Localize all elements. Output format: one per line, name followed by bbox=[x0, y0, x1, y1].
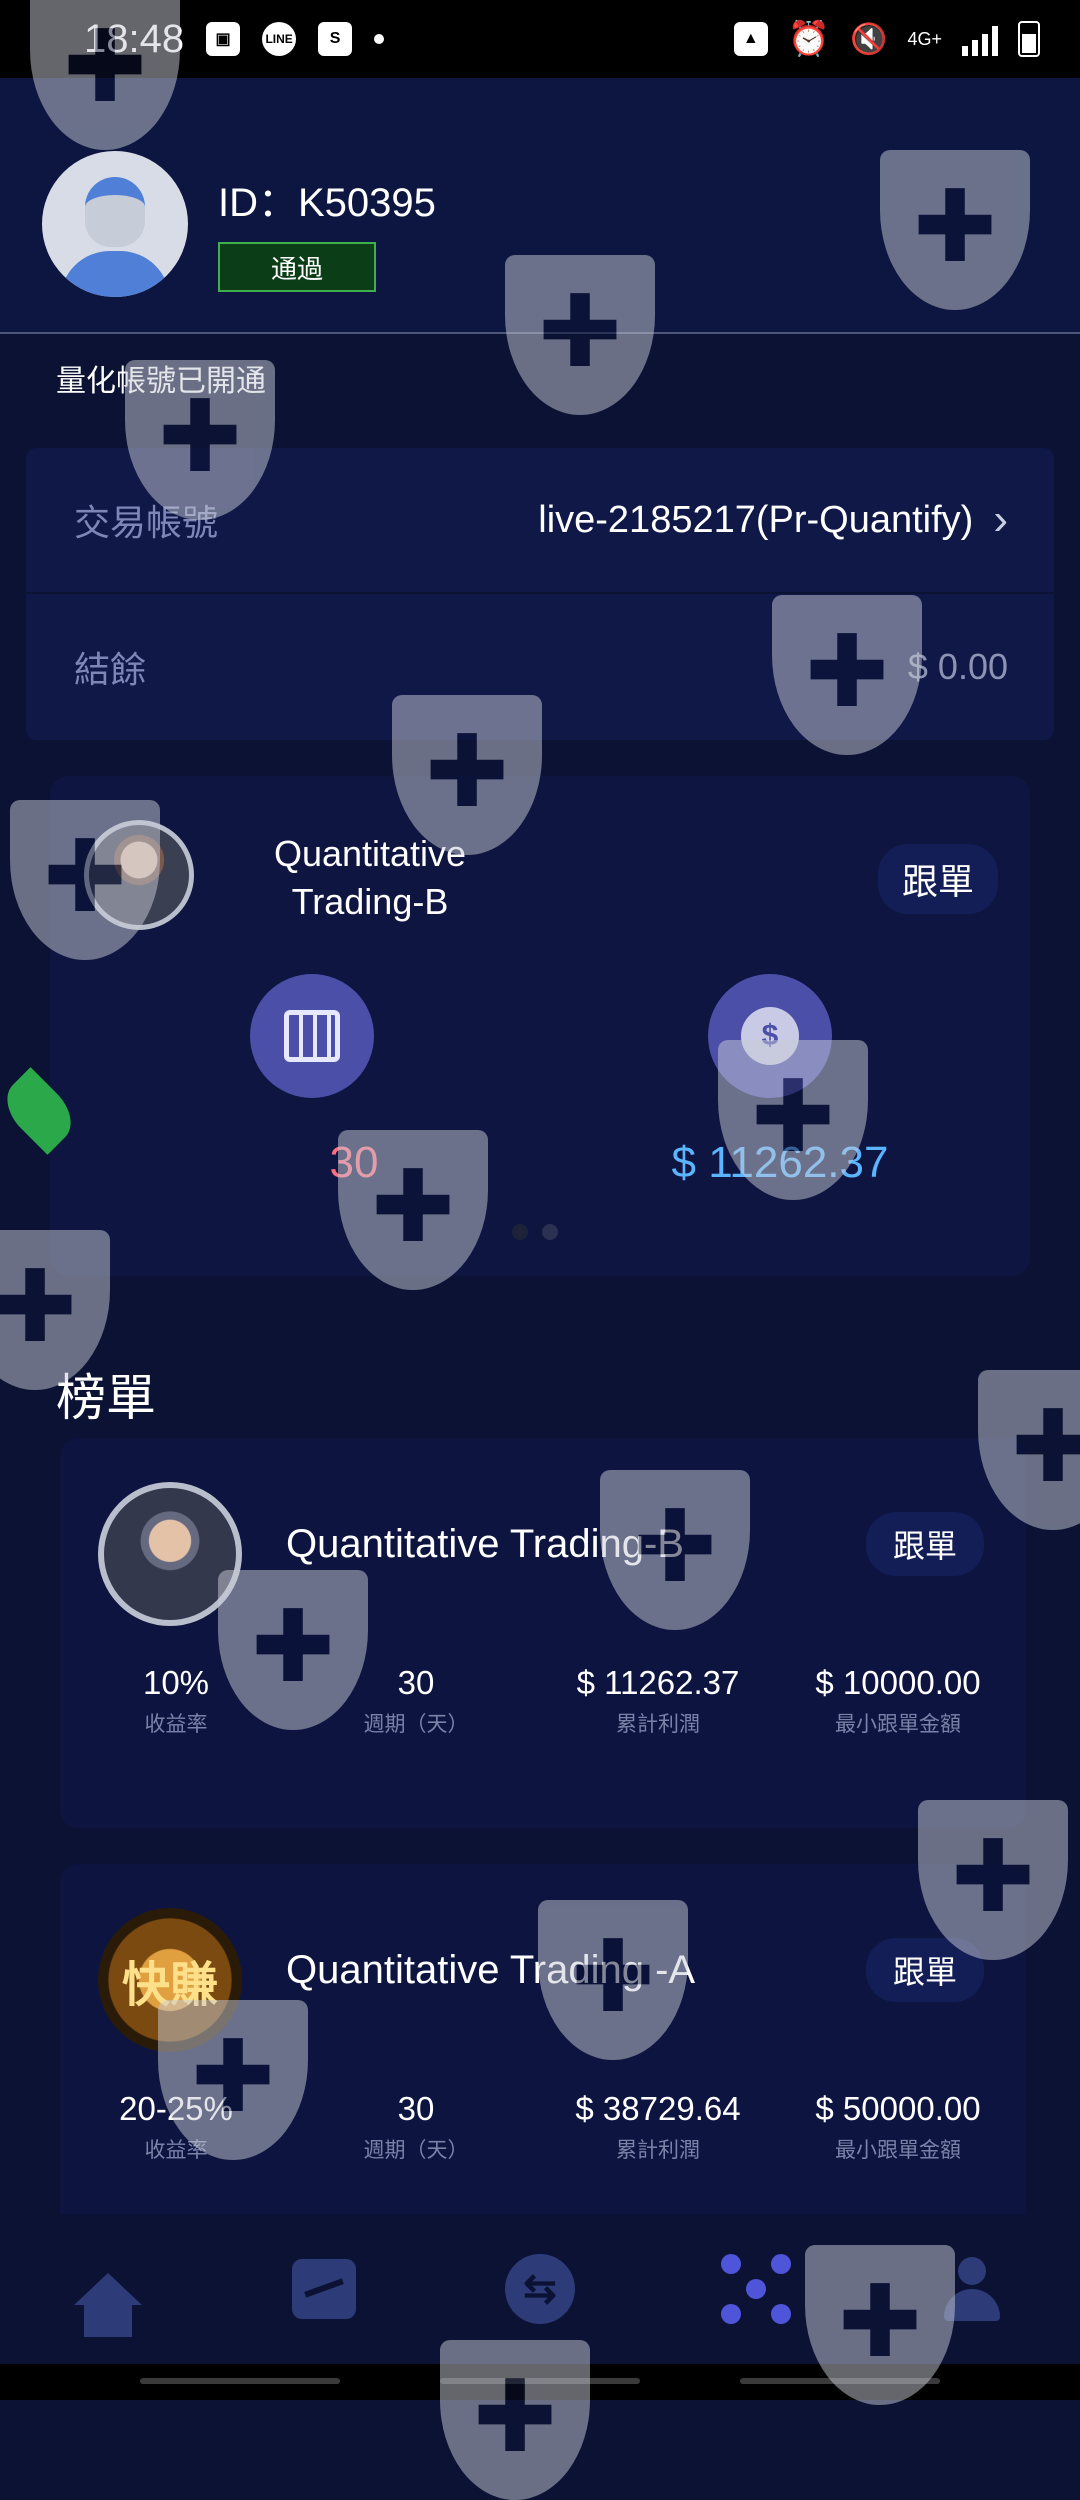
nav-profile[interactable] bbox=[917, 2234, 1027, 2344]
leaderboard-item[interactable]: 快賺 Quantitative Trading -A 跟單 20-25% 收益率… bbox=[60, 1864, 1026, 2254]
avatar[interactable] bbox=[42, 151, 188, 297]
mute-icon: 🔇 bbox=[850, 22, 888, 56]
image-icon: ▣ bbox=[206, 22, 241, 56]
profit-stat: $ 38729.64 累計利潤 bbox=[575, 2090, 741, 2162]
shopping-bag-icon: S bbox=[318, 22, 353, 56]
bottom-nav: ⇆ bbox=[0, 2214, 1080, 2364]
period-days: 30 bbox=[329, 1138, 379, 1187]
period-stat: 30 週期（天） bbox=[363, 1664, 469, 1736]
period-stat: 30 週期（天） bbox=[363, 2090, 469, 2162]
nav-exchange[interactable]: ⇆ bbox=[485, 2234, 595, 2344]
follow-button[interactable]: 跟單 bbox=[866, 1512, 984, 1576]
battery-saver-icon: ▲ bbox=[733, 22, 768, 56]
status-badge: 通過 bbox=[218, 242, 376, 292]
status-time: 18:48 bbox=[84, 16, 185, 61]
strategy-name: Quantitative Trading-B bbox=[273, 833, 467, 922]
coins-icon: $ bbox=[708, 974, 832, 1098]
balance-label: 結餘 bbox=[74, 649, 147, 690]
leaderboard-item[interactable]: Quantitative Trading-B 跟單 10% 收益率 30 週期（… bbox=[60, 1438, 1026, 1828]
nav-copy-trading[interactable] bbox=[701, 2234, 811, 2344]
strategy-name: Quantitative Trading-B bbox=[286, 1522, 684, 1566]
battery-icon bbox=[1018, 21, 1040, 57]
strategy-avatar bbox=[98, 1482, 242, 1626]
network-icon bbox=[721, 2254, 791, 2324]
status-bar: 18:48 ▣ LINE S ▲ ⏰ 🔇 4G+ bbox=[0, 0, 1080, 78]
balance-row: 結餘 $ 0.00 bbox=[26, 594, 1054, 740]
trading-account-label: 交易帳號 bbox=[74, 502, 219, 543]
carousel-dot[interactable] bbox=[512, 1224, 528, 1240]
trading-account-row[interactable]: 交易帳號 live-2185217(Pr-Quantify) › bbox=[26, 448, 1054, 594]
account-opened-notice: 量化帳號已開通 bbox=[56, 365, 266, 398]
nav-market[interactable] bbox=[269, 2234, 379, 2344]
network-type: 4G+ bbox=[907, 29, 942, 49]
featured-strategy-card[interactable]: Quantitative Trading-B 跟單 $ 30 $ 11262.3… bbox=[50, 776, 1030, 1276]
strategy-avatar: 快賺 bbox=[98, 1908, 242, 2052]
user-icon bbox=[944, 2257, 1000, 2321]
cumulative-profit: $ 11262.37 bbox=[671, 1138, 889, 1187]
user-id: ID：K50395 bbox=[218, 181, 436, 225]
more-notifications-dot bbox=[374, 34, 385, 44]
trading-account-value: live-2185217(Pr-Quantify) bbox=[538, 498, 974, 541]
follow-button[interactable]: 跟單 bbox=[878, 844, 998, 914]
follow-button[interactable]: 跟單 bbox=[866, 1938, 984, 2002]
line-icon: LINE bbox=[262, 22, 297, 56]
account-card: 交易帳號 live-2185217(Pr-Quantify) › 結餘 $ 0.… bbox=[26, 448, 1054, 740]
chart-icon bbox=[292, 2259, 356, 2319]
min-amount-stat: $ 50000.00 最小跟單金額 bbox=[815, 2090, 981, 2162]
exchange-icon: ⇆ bbox=[505, 2254, 575, 2324]
carousel-dots[interactable] bbox=[512, 1224, 558, 1240]
return-rate-stat: 10% 收益率 bbox=[142, 1664, 210, 1736]
carousel-dot[interactable] bbox=[542, 1224, 558, 1240]
nav-home[interactable] bbox=[53, 2234, 163, 2344]
return-rate-stat: 20-25% 收益率 bbox=[119, 2090, 233, 2162]
min-amount-stat: $ 10000.00 最小跟單金額 bbox=[815, 1664, 981, 1736]
profile-header: ID：K50395 通過 bbox=[0, 78, 1080, 334]
home-icon bbox=[74, 2273, 142, 2337]
balance-value: $ 0.00 bbox=[907, 646, 1008, 687]
alarm-icon: ⏰ bbox=[787, 20, 831, 58]
strategy-avatar bbox=[84, 820, 194, 930]
leaderboard-title: 榜單 bbox=[56, 1370, 156, 1426]
signal-icon bbox=[962, 22, 998, 56]
chevron-right-icon: › bbox=[993, 495, 1008, 544]
calendar-icon bbox=[250, 974, 374, 1098]
gesture-bar bbox=[0, 2364, 1080, 2400]
profit-stat: $ 11262.37 累計利潤 bbox=[576, 1664, 740, 1736]
strategy-name: Quantitative Trading -A bbox=[286, 1948, 696, 1992]
